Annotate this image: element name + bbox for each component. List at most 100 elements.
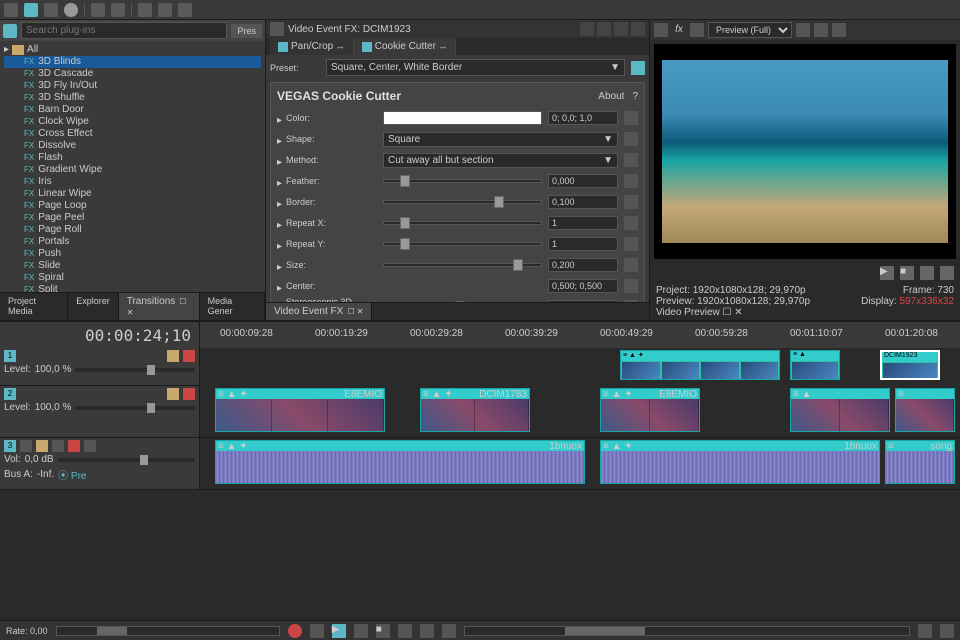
param-auto-icon[interactable] xyxy=(624,174,638,188)
param-value[interactable] xyxy=(548,111,618,125)
play-button[interactable]: ▶ xyxy=(332,624,346,638)
track-solo-icon[interactable] xyxy=(183,388,195,400)
plugin-item[interactable]: FXLinear Wipe xyxy=(4,188,261,200)
about-link[interactable]: About xyxy=(598,91,624,102)
search-input[interactable] xyxy=(21,22,227,39)
video-clip[interactable]: ≡ xyxy=(895,388,955,432)
help-link[interactable]: ? xyxy=(632,91,638,102)
track-mute-icon[interactable] xyxy=(167,388,179,400)
tab-transitions[interactable]: Transitions☐ ✕ xyxy=(119,293,200,320)
zoom-in-icon[interactable] xyxy=(918,624,932,638)
fx-btn1[interactable] xyxy=(580,22,594,36)
param-slider[interactable] xyxy=(383,179,542,183)
level-slider[interactable] xyxy=(75,368,195,372)
zoom-out-icon[interactable] xyxy=(940,624,954,638)
tool-icon[interactable] xyxy=(138,3,152,17)
video-clip-selected[interactable]: DCIM1923 xyxy=(880,350,940,380)
prev-icon[interactable] xyxy=(398,624,412,638)
param-dropdown[interactable]: Cut away all but section▼ xyxy=(383,153,618,168)
prev-ico1[interactable] xyxy=(654,23,668,37)
preview-quality[interactable]: Preview (Full) xyxy=(708,22,792,38)
pause-icon[interactable] xyxy=(354,624,368,638)
level-slider[interactable] xyxy=(75,406,195,410)
tab-project-media[interactable]: Project Media xyxy=(0,293,68,320)
record-icon[interactable] xyxy=(288,624,302,638)
param-auto-icon[interactable] xyxy=(624,195,638,209)
audio-clip[interactable]: ≡ ▲ ✦1bnuox xyxy=(600,440,880,484)
plugin-item[interactable]: FXPortals xyxy=(4,236,261,248)
redo-icon[interactable] xyxy=(111,3,125,17)
tab-media-gen[interactable]: Media Gener xyxy=(200,293,265,320)
tab-video-event-fx[interactable]: Video Event FX☐ ✕ xyxy=(266,303,372,320)
param-value[interactable] xyxy=(548,174,618,188)
plugin-item[interactable]: FXIris xyxy=(4,176,261,188)
param-auto-icon[interactable] xyxy=(624,258,638,272)
video-clip[interactable]: ≡ ▲ ✦DCIM1783 xyxy=(420,388,530,432)
plugin-item[interactable]: FXPush xyxy=(4,248,261,260)
param-slider[interactable] xyxy=(383,263,542,267)
plugin-item[interactable]: FXFlash xyxy=(4,152,261,164)
track-lane[interactable]: ≡ ▲ ✦E8EMIO≡ ▲ ✦DCIM1783≡ ▲ ✦E8EMIO≡ ▲≡ xyxy=(200,386,960,434)
play-icon[interactable]: ▶ xyxy=(880,266,894,280)
fx-btn4[interactable] xyxy=(631,22,645,36)
track-mute-icon[interactable] xyxy=(167,350,179,362)
param-auto-icon[interactable] xyxy=(624,237,638,251)
preset-button[interactable]: Pres xyxy=(231,24,262,38)
video-clip[interactable]: ≡ ▲ ✦E8EMIO xyxy=(215,388,385,432)
param-value[interactable] xyxy=(548,237,618,251)
video-clip[interactable]: ≡ ▲ xyxy=(790,350,840,380)
plugin-tree[interactable]: ▸All FX3D BlindsFX3D CascadeFX3D Fly In/… xyxy=(0,41,265,292)
tool3-icon[interactable] xyxy=(178,3,192,17)
plugin-item[interactable]: FXSlide xyxy=(4,260,261,272)
fx-btn2[interactable] xyxy=(597,22,611,36)
prev-frame-icon[interactable] xyxy=(920,266,934,280)
plugin-item[interactable]: FXPage Peel xyxy=(4,212,261,224)
param-slider[interactable] xyxy=(383,200,542,204)
prev-ico4[interactable] xyxy=(814,23,828,37)
param-value[interactable] xyxy=(548,258,618,272)
next-icon[interactable] xyxy=(420,624,434,638)
plugin-item[interactable]: FX3D Fly In/Out xyxy=(4,80,261,92)
plugin-item[interactable]: FXSplit xyxy=(4,284,261,292)
tab-explorer[interactable]: Explorer xyxy=(68,293,119,320)
open-icon[interactable] xyxy=(44,3,58,17)
undo-icon[interactable] xyxy=(91,3,105,17)
rate-scrollbar[interactable] xyxy=(56,626,280,636)
plugin-item[interactable]: FX3D Cascade xyxy=(4,68,261,80)
plugin-item[interactable]: FX3D Blinds xyxy=(4,56,261,68)
track-lane[interactable]: ≡ ▲ ✦ ≡ ▲ DCIM1923 xyxy=(200,348,960,386)
loop-icon[interactable] xyxy=(310,624,324,638)
gear-icon[interactable] xyxy=(64,3,78,17)
param-value[interactable] xyxy=(548,195,618,209)
plugin-item[interactable]: FXClock Wipe xyxy=(4,116,261,128)
prev-ico5[interactable] xyxy=(832,23,846,37)
save-icon[interactable] xyxy=(24,3,38,17)
plugin-item[interactable]: FXPage Loop xyxy=(4,200,261,212)
prev-fx-icon[interactable]: fx xyxy=(672,23,686,37)
tab-pancrop[interactable]: Pan/Crop ↔ xyxy=(270,38,354,55)
timeline-scrollbar[interactable] xyxy=(464,626,910,636)
param-slider[interactable] xyxy=(383,221,542,225)
stop-icon[interactable]: ■ xyxy=(900,266,914,280)
color-swatch[interactable] xyxy=(383,111,542,125)
fx-btn3[interactable] xyxy=(614,22,628,36)
track-solo-icon[interactable] xyxy=(183,350,195,362)
prev-ico2[interactable] xyxy=(690,23,704,37)
preset-dropdown[interactable]: Square, Center, White Border ▼ xyxy=(326,59,625,76)
param-value[interactable] xyxy=(548,216,618,230)
video-clip[interactable]: ≡ ▲ ✦ xyxy=(620,350,780,380)
track-lane[interactable]: ≡ ▲ ✦1bnuox≡ ▲ ✦1bnuox≡song xyxy=(200,438,960,486)
plugin-item[interactable]: FXCross Effect xyxy=(4,128,261,140)
stop-button[interactable]: ■ xyxy=(376,624,390,638)
plugin-item[interactable]: FXGradient Wipe xyxy=(4,164,261,176)
audio-clip[interactable]: ≡ ▲ ✦1bnuox xyxy=(215,440,585,484)
plugin-item[interactable]: FXDissolve xyxy=(4,140,261,152)
param-auto-icon[interactable] xyxy=(624,279,638,293)
param-value[interactable] xyxy=(548,279,618,293)
search-icon[interactable] xyxy=(3,24,17,38)
param-auto-icon[interactable] xyxy=(624,153,638,167)
plugin-item[interactable]: FX3D Shuffle xyxy=(4,92,261,104)
video-clip[interactable]: ≡ ▲ ✦E8EMIO xyxy=(600,388,700,432)
prev-ico3[interactable] xyxy=(796,23,810,37)
param-dropdown[interactable]: Square▼ xyxy=(383,132,618,147)
